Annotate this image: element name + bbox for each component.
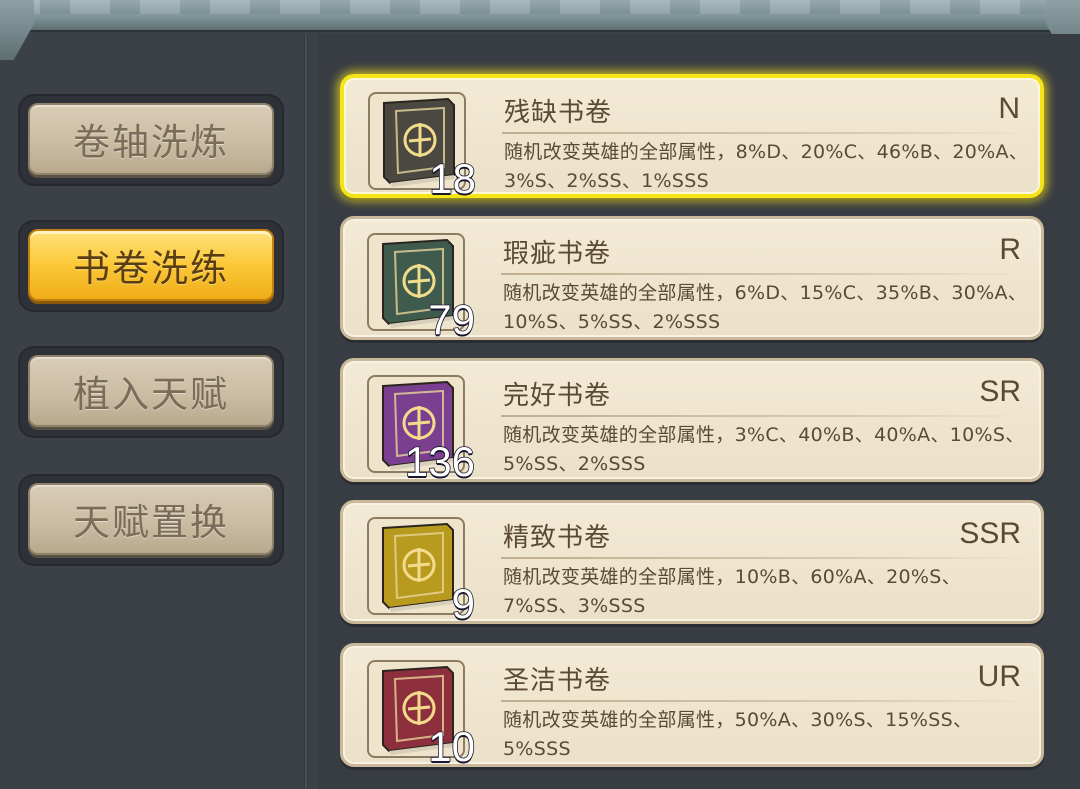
book-icon: 136 [367, 375, 476, 483]
item-count: 18 [428, 155, 476, 202]
book-card-n[interactable]: 18 残缺书卷 N 随机改变英雄的全部属性，8%D、20%C、46%B、20%A… [340, 74, 1044, 200]
tab-button[interactable]: 书卷洗练 [28, 229, 274, 301]
book-description: 随机改变英雄的全部属性，10%B、60%A、20%S、7%SS、3%SSS [503, 566, 961, 617]
book-description: 随机改变英雄的全部属性，50%A、30%S、15%SS、5%SSS [503, 709, 973, 760]
book-description: 随机改变英雄的全部属性，3%C、40%B、40%A、10%S、5%SS、2%SS… [503, 424, 1025, 475]
book-card-ur[interactable]: 10 圣洁书卷 UR 随机改变英雄的全部属性，50%A、30%S、15%SS、5… [340, 643, 1044, 768]
divider-line [501, 700, 1031, 702]
tab-label: 植入天赋 [73, 373, 229, 416]
tab-button[interactable]: 植入天赋 [28, 355, 274, 427]
item-count: 10 [427, 723, 475, 770]
tab-scroll-refine[interactable]: 卷轴洗炼 [18, 94, 284, 186]
book-title: 瑕疵书卷 [503, 239, 612, 269]
book-title: 残缺书卷 [504, 98, 613, 128]
book-card-sr[interactable]: 136 完好书卷 SR 随机改变英雄的全部属性，3%C、40%B、40%A、10… [340, 358, 1044, 483]
book-card-ssr[interactable]: 9 精致书卷 SSR 随机改变英雄的全部属性，10%B、60%A、20%S、7%… [340, 500, 1044, 625]
item-count: 79 [427, 296, 475, 343]
book-icon: 9 [367, 517, 476, 625]
divider-line [502, 132, 1030, 134]
tab-button[interactable]: 卷轴洗炼 [28, 103, 274, 175]
book-icon: 18 [368, 92, 477, 200]
panel-divider [304, 34, 308, 789]
book-description: 随机改变英雄的全部属性，8%D、20%C、46%B、20%A、3%S、2%SS、… [504, 141, 1029, 192]
rarity-badge: SSR [959, 517, 1021, 550]
book-title: 完好书卷 [503, 381, 612, 411]
tab-talent-swap[interactable]: 天赋置换 [18, 474, 284, 566]
tab-label: 天赋置换 [73, 501, 229, 544]
book-card-r[interactable]: 79 瑕疵书卷 R 随机改变英雄的全部属性，6%D、15%C、35%B、30%A… [340, 216, 1044, 341]
divider-line [501, 415, 1031, 417]
divider-line [501, 557, 1031, 559]
tab-implant-talent[interactable]: 植入天赋 [18, 346, 284, 438]
rarity-badge: UR [977, 660, 1021, 693]
book-icon: 79 [367, 233, 476, 341]
top-decorative-frame [0, 0, 1080, 32]
item-count: 136 [404, 438, 476, 485]
tab-label: 卷轴洗炼 [73, 121, 229, 164]
book-description: 随机改变英雄的全部属性，6%D、15%C、35%B、30%A、10%S、5%SS… [503, 282, 1028, 333]
divider-line [501, 273, 1031, 275]
tab-book-refine[interactable]: 书卷洗练 [18, 220, 284, 312]
rarity-badge: N [998, 92, 1020, 125]
book-icon: 10 [367, 660, 476, 768]
rarity-badge: SR [979, 375, 1021, 408]
item-count: 9 [451, 580, 476, 627]
book-title: 圣洁书卷 [503, 666, 612, 696]
tab-button[interactable]: 天赋置换 [28, 483, 274, 555]
tab-label: 书卷洗练 [73, 247, 229, 290]
book-title: 精致书卷 [503, 523, 612, 553]
frame-corner-left [0, 0, 34, 60]
rarity-badge: R [999, 233, 1021, 266]
